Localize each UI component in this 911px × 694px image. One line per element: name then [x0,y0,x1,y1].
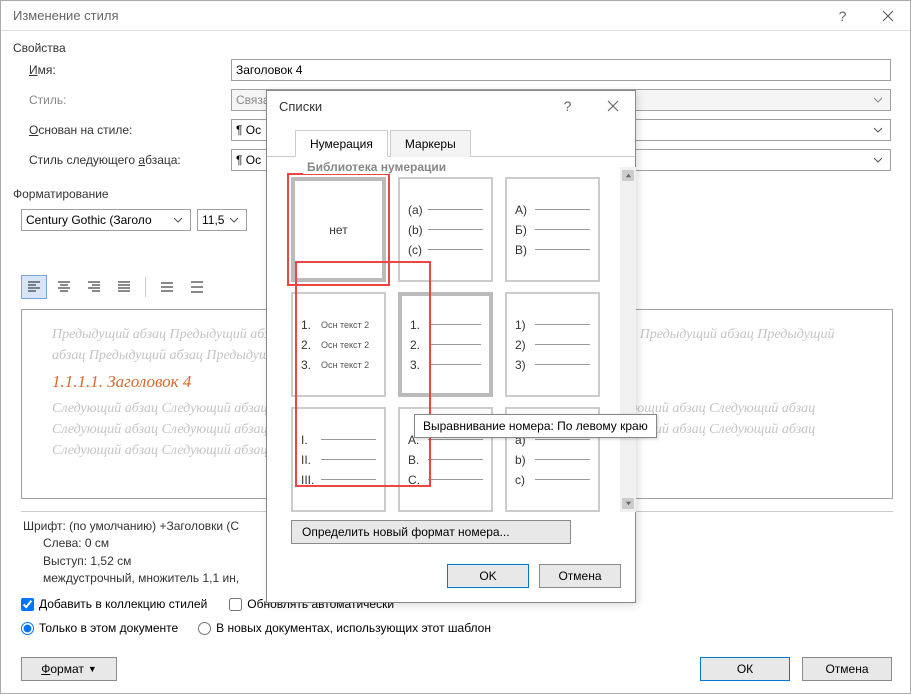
numbering-option-dec-text[interactable]: 1.Осн текст 2 2.Осн текст 2 3.Осн текст … [291,292,386,397]
this-doc-input[interactable] [21,622,34,635]
based-on-label: Основан на стиле: [29,123,132,137]
none-label: нет [329,223,347,237]
numbering-option-none[interactable]: нет [291,177,386,282]
numbering-option-cap-cyr[interactable]: A) Б) B) [505,177,600,282]
tabstrip: Нумерация Маркеры [267,121,635,157]
alignment-toolbar [21,275,210,299]
lists-footer: OK Отмена [267,554,635,602]
line-spacing-15-button[interactable] [184,275,210,299]
lists-dialog: Списки ? Нумерация Маркеры Библиотека ну… [266,90,636,603]
new-docs-radio[interactable]: В новых документах, использующих этот ша… [198,621,491,635]
numbering-option-dec-dot[interactable]: 1. 2. 3. [398,292,493,397]
name-label: Имя: [29,63,56,77]
next-style-value: ¶ Ос [236,153,261,167]
name-field[interactable] [231,59,891,81]
section-formatting: Форматирование [13,187,109,201]
scroll-up-icon[interactable] [622,170,634,181]
align-justify-button[interactable] [111,275,137,299]
new-docs-label: В новых документах, использующих этот ша… [216,621,491,635]
close-icon [607,100,619,112]
section-properties: Свойства [13,41,66,55]
align-left-button[interactable] [21,275,47,299]
numbering-option-roman[interactable]: I. II. III. [291,407,386,512]
lists-close-button[interactable] [590,91,635,121]
window-title: Изменение стиля [13,8,820,23]
chevron-down-icon [870,93,886,107]
line-spacing-1-button[interactable] [154,275,180,299]
chevron-down-icon[interactable] [170,213,186,227]
chevron-down-icon[interactable] [226,213,242,227]
define-new-format-button[interactable]: Определить новый формат номера... [291,520,571,544]
library-title: Библиотека нумерации [303,160,450,174]
format-button-label: Формат [41,662,84,676]
cancel-button[interactable]: Отмена [802,657,892,681]
scroll-down-icon[interactable] [622,498,634,509]
lists-title: Списки [279,99,545,114]
chevron-down-icon[interactable] [870,123,886,137]
auto-update-input[interactable] [229,598,242,611]
next-style-label: Стиль следующего абзаца: [29,153,181,167]
lists-help-button[interactable]: ? [545,91,590,121]
separator [145,277,146,297]
format-button[interactable]: Формат ▼ [21,657,117,681]
add-to-gallery-label: Добавить в коллекцию стилей [39,597,207,611]
font-size-combo[interactable]: 11,5 [197,209,247,231]
add-to-gallery-checkbox[interactable]: Добавить в коллекцию стилей [21,597,207,611]
align-center-button[interactable] [51,275,77,299]
chevron-down-icon: ▼ [88,664,97,674]
style-label: Стиль: [29,93,66,107]
chevron-down-icon[interactable] [870,153,886,167]
close-icon [882,10,894,22]
style-value: Связа [236,93,270,107]
alignment-tooltip: Выравнивание номера: По левому краю [414,414,657,438]
help-button[interactable]: ? [820,1,865,31]
numbering-grid: нет (a) (b) (c) A) Б) B) 1.Осн текст 2 2… [291,167,602,512]
this-doc-label: Только в этом документе [39,621,178,635]
this-doc-radio[interactable]: Только в этом документе [21,621,178,635]
scrollbar[interactable] [620,167,636,512]
align-right-button[interactable] [81,275,107,299]
numbering-option-a-paren[interactable]: (a) (b) (c) [398,177,493,282]
tab-numbering[interactable]: Нумерация [295,130,388,157]
font-name-combo[interactable]: Century Gothic (Заголо [21,209,191,231]
lists-cancel-button[interactable]: Отмена [539,564,621,588]
radio-row: Только в этом документе В новых документ… [21,621,491,635]
lists-titlebar: Списки ? [267,91,635,121]
font-size-value: 11,5 [202,213,224,227]
lists-ok-button[interactable]: OK [447,564,529,588]
numbering-option-dec-paren[interactable]: 1) 2) 3) [505,292,600,397]
tab-bullets[interactable]: Маркеры [390,130,471,157]
ok-button[interactable]: ОК [700,657,790,681]
font-name-value: Century Gothic (Заголо [26,213,152,227]
based-on-value: ¶ Ос [236,123,261,137]
new-docs-input[interactable] [198,622,211,635]
close-button[interactable] [865,1,910,31]
numbering-library: Библиотека нумерации нет (a) (b) (c) A) … [291,167,621,512]
titlebar: Изменение стиля ? [1,1,910,31]
add-to-gallery-input[interactable] [21,598,34,611]
